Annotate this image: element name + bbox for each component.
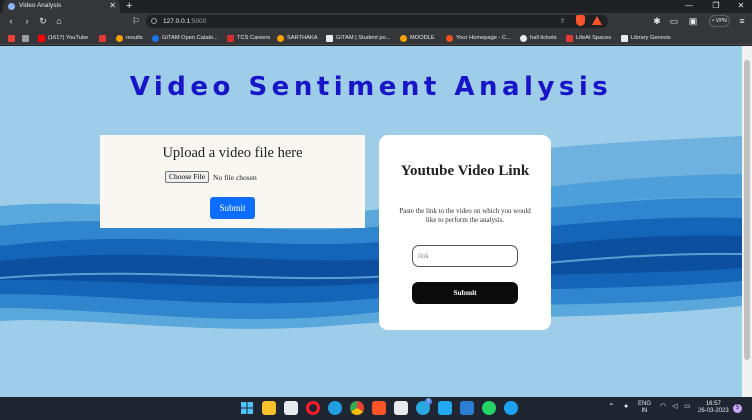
file-explorer-icon[interactable] [262,401,276,415]
back-icon[interactable]: ‹ [5,15,17,27]
gitam-icon [152,34,159,42]
site-info-icon[interactable] [151,18,157,24]
youtube-submit-button[interactable]: Submit [412,282,518,304]
reload-icon[interactable]: ↻ [37,15,49,27]
minimize-button[interactable]: — [680,0,698,12]
extensions-icon[interactable]: ✱ [651,15,663,27]
windows-taskbar: 1 ⌃ ● ENG IN ◠ ◁ ▭ 16:57 26-03-2023 5 [0,397,752,420]
brave-icon[interactable] [372,401,386,415]
clock[interactable]: 16:57 26-03-2023 [698,401,729,415]
home-icon[interactable]: ⌂ [53,15,65,27]
choose-file-button[interactable]: Choose File [165,171,210,183]
youtube-icon [38,34,45,42]
homepage-icon [446,34,453,42]
edge-icon[interactable] [328,401,342,415]
browser-toolbar: ‹ › ↻ ⌂ ⚐ 127.0.0.1:5000 ⇪ ✱ ▭ ▣ ≡ [0,13,752,30]
notification-badge: 1 [425,398,432,405]
bookmark-moodle[interactable]: MOODLE [400,33,435,43]
sarthaka-icon [277,34,284,42]
youtube-heading: Youtube Video Link [400,163,530,179]
moodle-icon [400,34,407,42]
bookmark-icon [22,34,29,42]
tab-title: Video Analysis [19,2,62,9]
youtube-link-input[interactable] [412,245,518,267]
bookmark-gitam-catalog[interactable]: GITAM Open Catalo... [152,33,218,43]
word-icon[interactable] [460,401,474,415]
tab-strip: Video Analysis ✕ + — ❐ ✕ [0,0,752,13]
app-icon[interactable] [504,401,518,415]
file-status-text: No file chosen [213,172,257,182]
upload-heading: Upload a video file here [162,145,303,161]
windows-start-icon[interactable] [240,401,254,415]
page-scrollbar[interactable] [742,46,752,397]
chrome-icon[interactable] [350,401,364,415]
bookmark-tcs-careers[interactable]: TCS Careers [227,33,270,43]
bookmark-item[interactable] [22,33,32,43]
menu-icon[interactable]: ≡ [736,15,748,27]
bookmark-gmail[interactable] [8,33,18,43]
store-icon[interactable] [284,401,298,415]
youtube-description: Paste the link to the video on which you… [399,207,531,224]
globe-icon [8,3,15,10]
brave-rewards-icon[interactable] [592,16,602,25]
opera-icon[interactable] [306,401,320,415]
sidebar-icon[interactable]: ▭ [668,15,680,27]
bookmark-icon[interactable]: ⚐ [130,15,142,27]
battery-icon[interactable]: ▭ [684,403,691,410]
bookmark-youtube[interactable]: (1617) YouTube [38,33,88,43]
close-window-button[interactable]: ✕ [732,0,750,12]
page-viewport: Video Sentiment Analysis Upload a video … [0,46,742,397]
upload-card: Upload a video file here Choose File No … [100,135,365,228]
app-icon [99,34,106,42]
chevron-up-icon[interactable]: ⌃ [608,403,615,411]
address-bar[interactable]: 127.0.0.1:5000 ⇪ [146,15,608,28]
results-icon [116,34,123,42]
microphone-icon[interactable]: ● [624,403,628,410]
page-icon [326,34,333,42]
page-icon [621,34,628,42]
tab-close-icon[interactable]: ✕ [109,1,116,11]
bookmark-hall-tickets[interactable]: hall tickets [520,33,557,43]
notification-count[interactable]: 5 [733,404,742,413]
bookmarks-bar: (1617) YouTube results GITAM Open Catalo… [0,30,752,45]
vpn-button[interactable]: • VPN [709,15,730,27]
youtube-card: Youtube Video Link Paste the link to the… [379,135,551,330]
tcs-icon [227,34,234,42]
restore-button[interactable]: ❐ [707,0,725,12]
bookmark-homepage[interactable]: Your Homepage - C... [446,33,511,43]
file-input[interactable]: Choose File No file chosen [165,171,257,183]
wallet-icon[interactable]: ▣ [687,15,699,27]
page-title: Video Sentiment Analysis [129,72,613,102]
forward-icon[interactable]: › [21,15,33,27]
vscode-icon[interactable] [438,401,452,415]
scrollbar-thumb[interactable] [744,60,750,360]
language-indicator[interactable]: ENG IN [638,401,651,415]
volume-icon[interactable]: ◁ [672,403,677,410]
new-tab-button[interactable]: + [126,0,132,12]
bookmark-sarthaka[interactable]: SARTHAKA [277,33,318,43]
globe-icon [520,34,527,42]
whatsapp-icon[interactable] [482,401,496,415]
bookmark-lifeat-spaces[interactable]: LifeAt Spaces [566,33,611,43]
bookmark-gitam-student[interactable]: GITAM | Student po... [326,33,390,43]
notion-icon[interactable] [394,401,408,415]
bookmark-library-genesis[interactable]: Library Genesis [621,33,671,43]
gmail-icon [8,34,15,42]
upload-submit-button[interactable]: Submit [210,197,255,219]
url-text: 127.0.0.1:5000 [163,17,207,25]
bookmark-item[interactable] [99,33,109,43]
tab-video-analysis[interactable]: Video Analysis ✕ [3,0,120,13]
brave-shield-icon[interactable] [576,15,585,26]
bookmark-results[interactable]: results [116,33,143,43]
lifeat-icon [566,34,573,42]
share-icon[interactable]: ⇪ [558,17,567,26]
wifi-icon[interactable]: ◠ [660,403,666,410]
